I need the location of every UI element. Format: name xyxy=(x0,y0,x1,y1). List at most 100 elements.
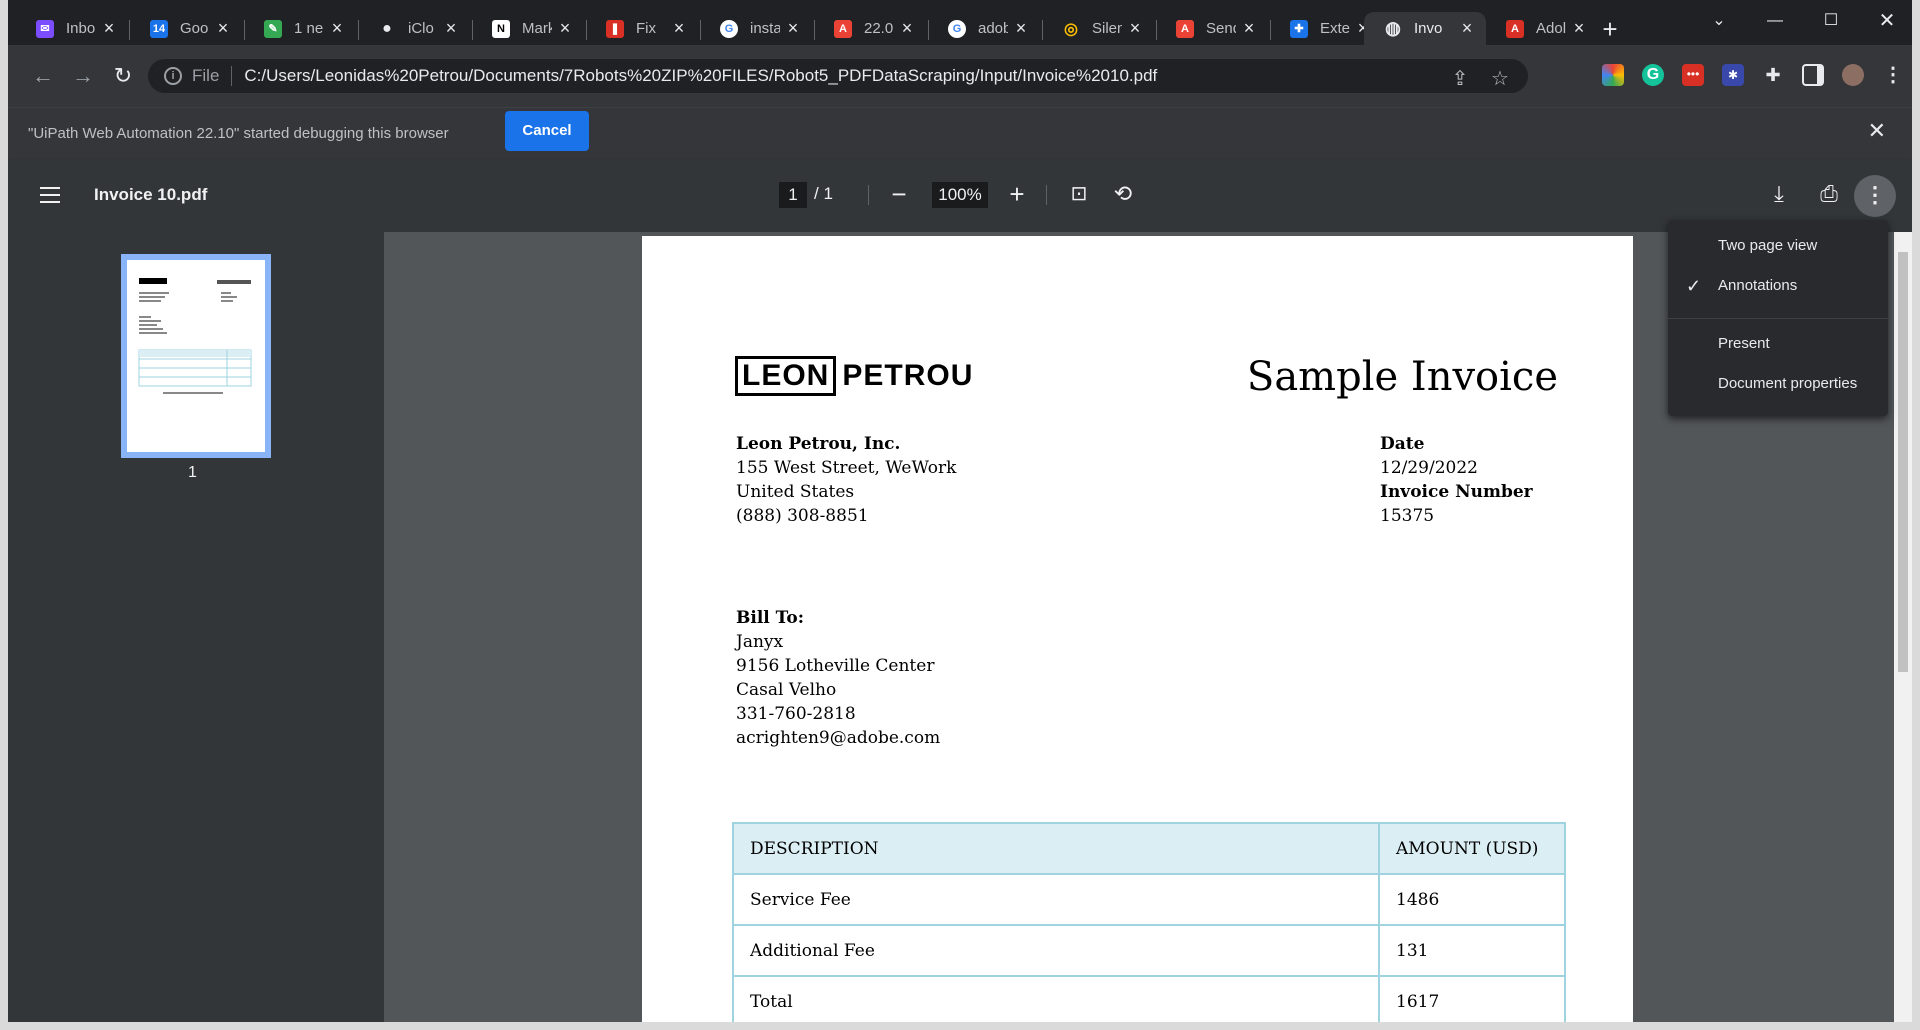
download-icon[interactable]: ⤓ xyxy=(1764,180,1794,210)
menu-item-document-properties[interactable]: Document properties xyxy=(1668,364,1888,404)
side-panel-icon[interactable] xyxy=(1802,64,1824,86)
back-button[interactable]: ← xyxy=(28,61,58,91)
table-cell-amount: 131 xyxy=(1378,924,1566,977)
close-icon[interactable]: × xyxy=(1012,19,1030,37)
sidebar-menu-icon[interactable] xyxy=(40,187,60,203)
zoom-level-input[interactable]: 100% xyxy=(932,182,988,208)
more-actions-menu: Two page view ✓ Annotations Present Docu… xyxy=(1668,220,1888,416)
close-window-button[interactable]: ✕ xyxy=(1864,6,1910,36)
tab-search-chevron-icon[interactable]: ⌄ xyxy=(1696,6,1742,36)
zoom-in-button[interactable]: + xyxy=(1002,180,1032,210)
scrollbar-thumb[interactable] xyxy=(1898,252,1908,672)
tab-inbox[interactable]: ✉ Inbo × xyxy=(16,12,128,45)
zoom-out-button[interactable]: − xyxy=(884,180,914,210)
tab-google-adobe[interactable]: G adob × xyxy=(928,12,1040,45)
close-icon[interactable]: × xyxy=(442,19,460,37)
close-icon[interactable]: × xyxy=(898,19,916,37)
close-icon[interactable]: × xyxy=(784,19,802,37)
tab-silent[interactable]: ◎ Silen × xyxy=(1042,12,1154,45)
menu-item-present[interactable]: Present xyxy=(1668,324,1888,364)
tab-sheet[interactable]: ✎ 1 ne × xyxy=(244,12,356,45)
tab-adobe-22[interactable]: A 22.0 × xyxy=(814,12,926,45)
page-thumbnail[interactable] xyxy=(121,254,271,458)
table-row: Additional Fee 131 xyxy=(732,924,1566,977)
menu-item-annotations[interactable]: ✓ Annotations xyxy=(1668,266,1888,306)
uipath-extension-icon[interactable]: ✱ xyxy=(1722,64,1744,86)
close-icon[interactable]: × xyxy=(1126,19,1144,37)
more-actions-button[interactable]: ⋮ xyxy=(1854,175,1896,217)
address-bar[interactable]: i File C:/Users/Leonidas%20Petrou/Docume… xyxy=(148,59,1528,93)
adobe-icon: A xyxy=(1176,19,1194,38)
menu-item-two-page-view[interactable]: Two page view xyxy=(1668,226,1888,266)
chrome-menu-icon[interactable]: ⋮ xyxy=(1882,64,1904,86)
page-number-input[interactable]: 1 xyxy=(779,182,807,208)
vertical-scrollbar[interactable] xyxy=(1894,232,1912,1022)
close-icon[interactable]: ✕ xyxy=(1868,118,1886,144)
bookmark-star-icon[interactable]: ☆ xyxy=(1488,66,1512,91)
tab-fix[interactable]: ❚ Fix × xyxy=(586,12,698,45)
forward-button[interactable]: → xyxy=(68,61,98,91)
close-icon[interactable]: × xyxy=(1240,19,1258,37)
table-cell-description: Total xyxy=(732,975,1380,1022)
table-cell-amount: 1486 xyxy=(1378,873,1566,926)
reload-button[interactable]: ↻ xyxy=(108,61,138,91)
minimize-button[interactable]: — xyxy=(1752,6,1798,36)
tab-google-calendar[interactable]: 14 Goo × xyxy=(130,12,242,45)
company-country: United States xyxy=(736,482,855,502)
close-icon[interactable]: × xyxy=(1458,19,1476,37)
debugging-infobar: "UiPath Web Automation 22.10" started de… xyxy=(8,107,1912,160)
inbox-icon: ✉ xyxy=(36,19,54,38)
tab-notion[interactable]: N Mark × xyxy=(472,12,584,45)
info-icon[interactable]: i xyxy=(164,67,182,85)
print-icon[interactable]: ⎙ xyxy=(1814,180,1844,210)
share-icon[interactable]: ⇪ xyxy=(1448,66,1472,91)
apple-icon: ● xyxy=(382,19,392,37)
date-label: Date xyxy=(1380,434,1425,454)
profile-avatar[interactable] xyxy=(1842,64,1864,86)
invoice-meta: Date 12/29/2022 Invoice Number 15375 xyxy=(1380,432,1533,528)
new-tab-button[interactable]: + xyxy=(1598,16,1622,42)
debugging-message: "UiPath Web Automation 22.10" started de… xyxy=(28,125,449,142)
google-icon: G xyxy=(948,19,966,38)
close-icon[interactable]: × xyxy=(328,19,346,37)
close-icon[interactable]: × xyxy=(556,19,574,37)
close-icon[interactable]: × xyxy=(1570,19,1588,37)
browser-window: ✉ Inbo × 14 Goo × ✎ 1 ne × ● iClo × N Ma… xyxy=(8,0,1912,1022)
spiral-icon: ◎ xyxy=(1064,20,1078,38)
table-cell-description: Service Fee xyxy=(732,873,1380,926)
company-street: 155 West Street, WeWork xyxy=(736,458,957,478)
extensions-puzzle-icon[interactable]: ✚ xyxy=(1762,64,1784,86)
color-picker-extension-icon[interactable] xyxy=(1602,64,1624,86)
bill-to: Bill To: Janyx 9156 Lotheville Center Ca… xyxy=(736,606,940,750)
tab-adobe-acrobat[interactable]: A Adol × xyxy=(1486,12,1598,45)
tab-adobe-send[interactable]: A Send × xyxy=(1156,12,1268,45)
tab-invoice-active[interactable]: ◍ Invo × xyxy=(1364,12,1486,45)
pdf-toolbar: Invoice 10.pdf 1 / 1 − 100% + ⊡ ⟲ ⤓ ⎙ ⋮ xyxy=(8,160,1912,232)
bill-to-street: 9156 Lotheville Center xyxy=(736,656,935,676)
pdf-page: LEON PETROU Sample Invoice Leon Petrou, … xyxy=(642,236,1633,1022)
calendar-icon: 14 xyxy=(150,19,168,38)
company-address: Leon Petrou, Inc. 155 West Street, WeWor… xyxy=(736,432,956,528)
table-cell-amount: 1617 xyxy=(1378,975,1566,1022)
invoice-title: Sample Invoice xyxy=(1246,354,1558,400)
close-icon[interactable]: × xyxy=(670,19,688,37)
close-icon[interactable]: × xyxy=(214,19,232,37)
invoice-table: DESCRIPTION AMOUNT (USD) Service Fee 148… xyxy=(732,822,1566,1022)
grammarly-icon[interactable]: G xyxy=(1642,64,1664,86)
lastpass-icon[interactable]: ••• xyxy=(1682,64,1704,86)
close-icon[interactable]: × xyxy=(100,19,118,37)
url-text[interactable]: C:/Users/Leonidas%20Petrou/Documents/7Ro… xyxy=(244,66,1157,86)
maximize-button[interactable]: ☐ xyxy=(1808,6,1854,36)
fit-to-page-icon[interactable]: ⊡ xyxy=(1064,180,1094,210)
logo-boxed-text: LEON xyxy=(735,356,837,396)
pdf-filename: Invoice 10.pdf xyxy=(94,185,208,204)
browser-toolbar: ← → ↻ i File C:/Users/Leonidas%20Petrou/… xyxy=(8,45,1912,107)
tab-google-insta[interactable]: G insta × xyxy=(700,12,812,45)
logo-plain-text: PETROU xyxy=(842,359,974,392)
company-name: Leon Petrou, Inc. xyxy=(736,434,901,454)
rotate-icon[interactable]: ⟲ xyxy=(1108,180,1138,210)
bill-to-city: Casal Velho xyxy=(736,680,837,700)
cancel-button[interactable]: Cancel xyxy=(505,111,589,151)
tab-icloud[interactable]: ● iClo × xyxy=(358,12,470,45)
bill-to-name: Janyx xyxy=(736,632,784,652)
